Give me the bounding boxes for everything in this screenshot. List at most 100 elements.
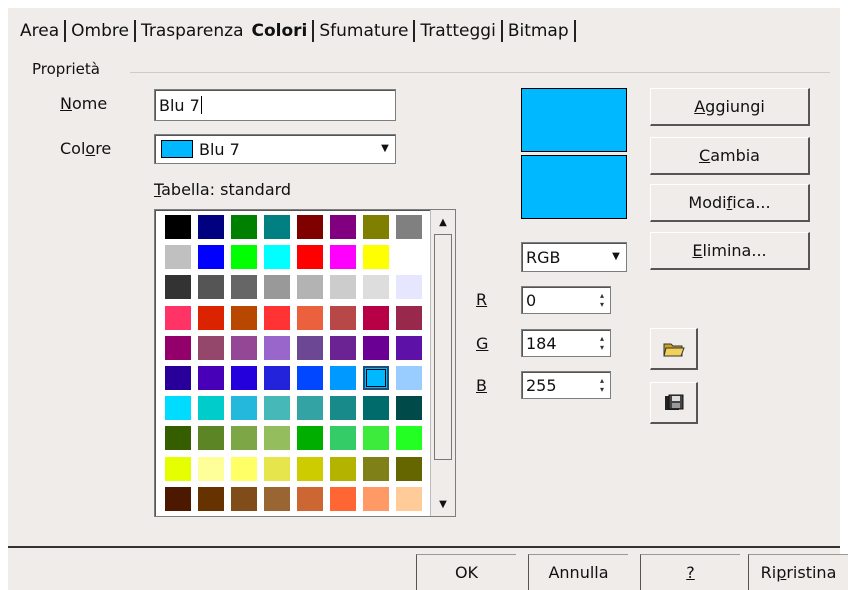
color-cell[interactable]	[165, 366, 191, 390]
color-cell[interactable]	[330, 335, 356, 360]
color-cell[interactable]	[396, 486, 422, 511]
color-cell[interactable]	[363, 456, 389, 481]
color-cell[interactable]	[330, 456, 356, 481]
color-cell[interactable]	[165, 396, 191, 421]
help-button[interactable]: ?	[640, 554, 740, 590]
color-cell[interactable]	[165, 275, 191, 300]
color-cell[interactable]	[396, 215, 422, 239]
color-cell[interactable]	[396, 456, 422, 481]
color-cell[interactable]	[297, 215, 323, 239]
tab-ombre[interactable]: Ombre	[67, 21, 133, 41]
r-field[interactable]: 0 ▴ ▾	[521, 286, 611, 314]
color-cell[interactable]	[165, 426, 191, 451]
color-cell[interactable]	[330, 366, 356, 390]
color-cell[interactable]	[396, 305, 422, 330]
color-cell[interactable]	[396, 275, 422, 300]
color-cell[interactable]	[264, 275, 290, 300]
color-cell[interactable]	[264, 215, 290, 239]
color-cell[interactable]	[297, 456, 323, 481]
color-model-select[interactable]: RGB ▼	[521, 242, 627, 272]
chevron-down-icon[interactable]: ▼	[376, 138, 393, 158]
color-cell[interactable]	[396, 335, 422, 360]
add-button[interactable]: Aggiungi	[650, 88, 810, 126]
color-cell[interactable]	[264, 486, 290, 511]
tab-sfumature[interactable]: Sfumature	[315, 21, 412, 41]
color-cell[interactable]	[264, 396, 290, 421]
scroll-up-icon[interactable]: ▲	[433, 212, 453, 232]
color-cell[interactable]	[396, 245, 422, 270]
color-cell[interactable]	[363, 426, 389, 451]
color-cell[interactable]	[165, 456, 191, 481]
color-cell[interactable]	[396, 396, 422, 421]
color-cell[interactable]	[198, 486, 224, 511]
spin-arrows-icon[interactable]: ▴ ▾	[596, 332, 608, 354]
color-cell[interactable]	[198, 335, 224, 360]
color-cell[interactable]	[198, 245, 224, 270]
color-cell[interactable]	[165, 305, 191, 330]
color-cell[interactable]	[363, 305, 389, 330]
tab-tratteggi[interactable]: Tratteggi	[416, 21, 499, 41]
color-cell[interactable]	[396, 366, 422, 390]
delete-button[interactable]: Elimina...	[650, 232, 810, 270]
g-field[interactable]: 184 ▴ ▾	[521, 329, 611, 357]
color-cell[interactable]	[363, 215, 389, 239]
color-cell[interactable]	[264, 426, 290, 451]
save-color-list-button[interactable]	[650, 382, 698, 424]
color-cell[interactable]	[231, 396, 257, 421]
color-cell[interactable]	[198, 426, 224, 451]
color-cell[interactable]	[297, 335, 323, 360]
color-cell[interactable]	[231, 275, 257, 300]
color-select[interactable]: Blu 7 ▼	[154, 134, 396, 164]
load-color-list-button[interactable]	[650, 328, 698, 370]
ok-button[interactable]: OK	[416, 554, 516, 590]
color-cell[interactable]	[231, 486, 257, 511]
color-cell[interactable]	[363, 275, 389, 300]
color-cell[interactable]	[297, 486, 323, 511]
color-cell[interactable]	[297, 366, 323, 390]
color-cell[interactable]	[363, 396, 389, 421]
color-cell[interactable]	[198, 215, 224, 239]
color-cell[interactable]	[264, 366, 290, 390]
color-cell[interactable]	[231, 456, 257, 481]
scroll-down-icon[interactable]: ▼	[433, 494, 453, 514]
color-cell[interactable]	[198, 396, 224, 421]
cancel-button[interactable]: Annulla	[528, 554, 628, 590]
color-cell[interactable]	[297, 275, 323, 300]
color-cell[interactable]	[363, 486, 389, 511]
color-cell[interactable]	[264, 335, 290, 360]
color-cell[interactable]	[165, 335, 191, 360]
spin-arrows-icon[interactable]: ▴ ▾	[596, 374, 608, 396]
chevron-down-icon[interactable]: ▼	[607, 246, 624, 266]
tab-colori[interactable]: Colori	[248, 21, 312, 41]
color-cell[interactable]	[165, 486, 191, 511]
tab-area[interactable]: Area	[16, 21, 63, 41]
color-cell[interactable]	[396, 426, 422, 451]
color-table-scrollbar[interactable]: ▲ ▼	[430, 210, 455, 516]
color-cell[interactable]	[330, 245, 356, 270]
color-cell[interactable]	[330, 396, 356, 421]
color-cell[interactable]	[231, 335, 257, 360]
b-field[interactable]: 255 ▴ ▾	[521, 371, 611, 399]
color-cell[interactable]	[198, 305, 224, 330]
spin-arrows-icon[interactable]: ▴ ▾	[596, 289, 608, 311]
color-cell[interactable]	[297, 245, 323, 270]
color-cell[interactable]	[231, 366, 257, 390]
color-cell[interactable]	[198, 275, 224, 300]
color-cell[interactable]	[231, 245, 257, 270]
color-cell[interactable]	[264, 456, 290, 481]
change-button[interactable]: Cambia	[650, 137, 810, 175]
color-cell[interactable]	[297, 396, 323, 421]
color-cell[interactable]	[330, 215, 356, 239]
color-cell[interactable]	[297, 305, 323, 330]
color-cell[interactable]	[231, 305, 257, 330]
color-cell[interactable]	[264, 305, 290, 330]
color-cell[interactable]	[264, 245, 290, 270]
modify-button[interactable]: Modi f ica...	[650, 184, 810, 222]
color-cell[interactable]	[165, 215, 191, 239]
reset-button[interactable]: Ri p ristina	[748, 554, 848, 590]
color-cell[interactable]	[363, 245, 389, 270]
tab-bitmap[interactable]: Bitmap	[504, 21, 573, 41]
color-cell[interactable]	[231, 215, 257, 239]
color-cell[interactable]	[165, 245, 191, 270]
color-cell[interactable]	[363, 366, 389, 390]
